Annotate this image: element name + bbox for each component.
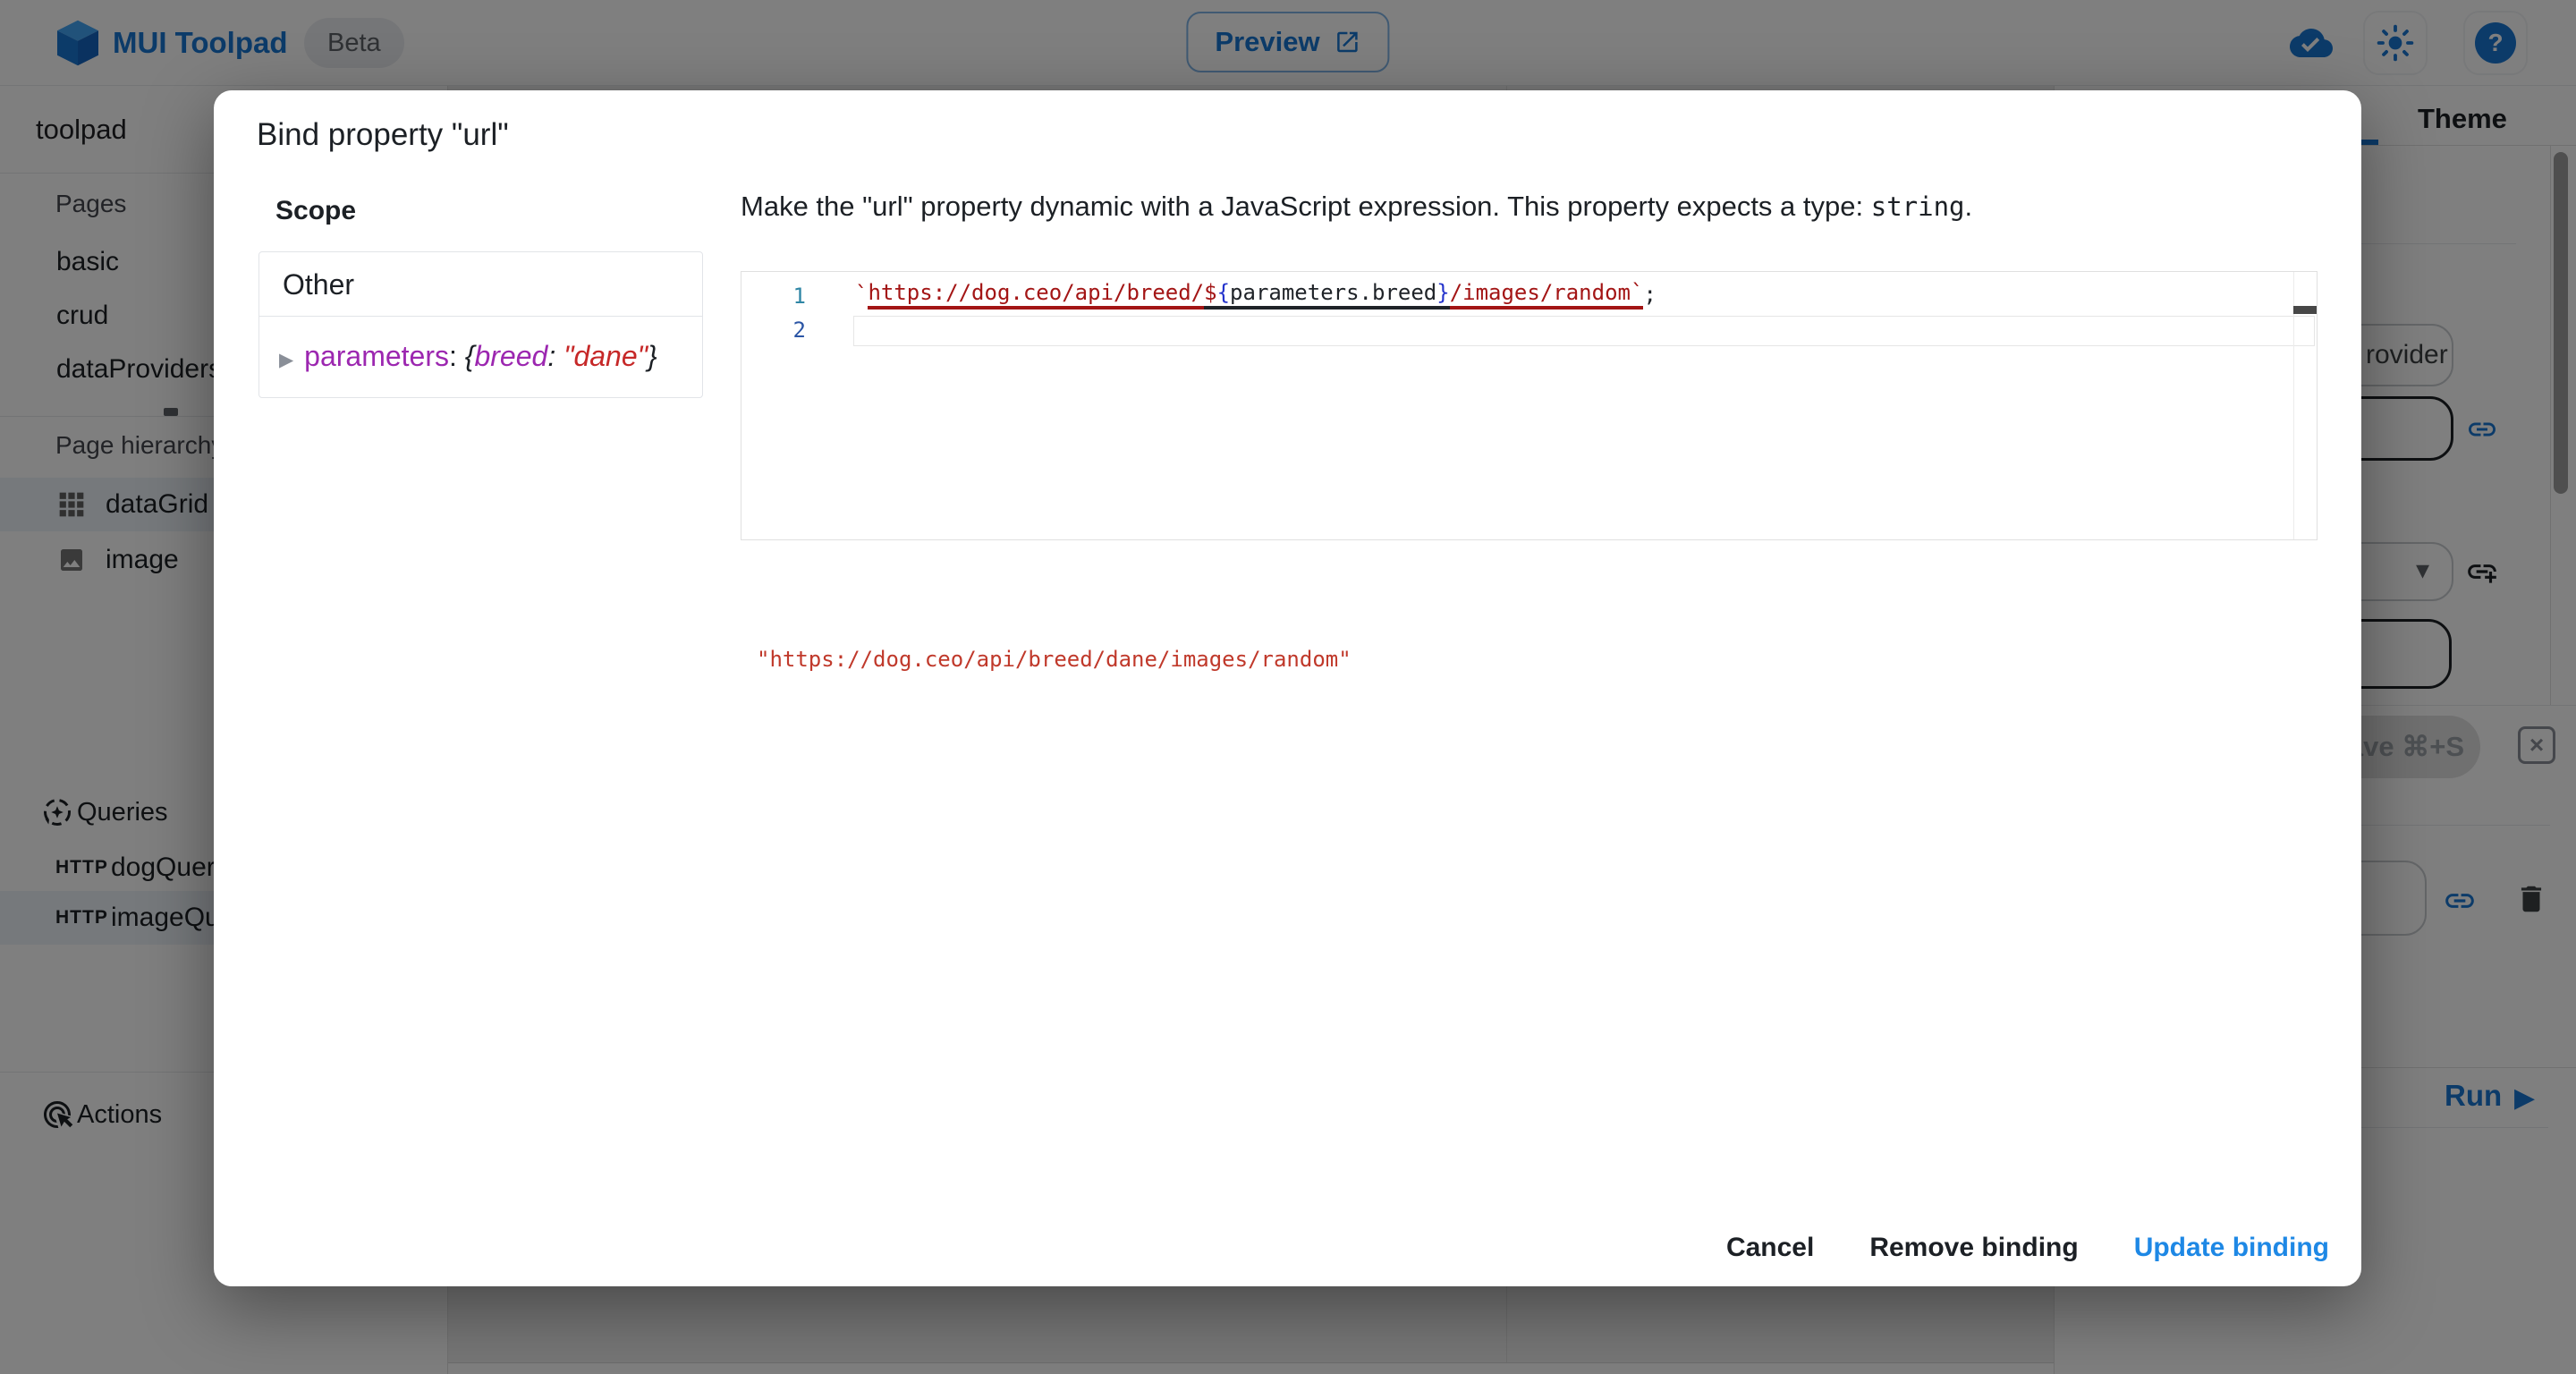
scope-tree-parameters[interactable]: ▶ parameters: {breed: "dane"}	[259, 317, 702, 373]
scope-group-other: Other	[259, 252, 702, 317]
description-period: .	[1965, 191, 1973, 222]
tree-subkey: breed	[474, 340, 547, 372]
editor-overview-mark	[2293, 306, 2317, 314]
code-brace-close: }	[1436, 280, 1449, 310]
tree-separator: :	[449, 340, 465, 372]
toolpad-app: MUI Toolpad Beta Preview ?	[0, 0, 2576, 1374]
dialog-description: Make the "url" property dynamic with a J…	[741, 191, 2261, 223]
tree-brace-close: }	[648, 340, 657, 372]
bind-property-dialog: Bind property "url" Scope Other ▶ paramet…	[214, 90, 2361, 1286]
tree-brace-open: {	[465, 340, 475, 372]
line-number: 2	[741, 318, 806, 343]
code-line-1[interactable]: `https://dog.ceo/api/breed/${parameters.…	[855, 277, 1657, 311]
code-url-tail: /images/random	[1450, 280, 1631, 310]
code-brace-open: {	[1217, 280, 1230, 310]
description-type: string	[1871, 191, 1965, 222]
remove-binding-button[interactable]: Remove binding	[1869, 1233, 2078, 1263]
code-dollar: $	[1204, 280, 1216, 310]
active-line-highlight	[853, 316, 2315, 346]
dialog-title: Bind property "url"	[257, 117, 509, 153]
code-editor[interactable]: 1 2 `https://dog.ceo/api/breed/${paramet…	[741, 271, 2318, 540]
dialog-actions: Cancel Remove binding Update binding	[1726, 1233, 2329, 1263]
code-expression: parameters.breed	[1230, 280, 1436, 310]
tree-value: "dane"	[564, 340, 648, 372]
line-number: 1	[741, 284, 806, 309]
scope-box: Other ▶ parameters: {breed: "dane"}	[258, 251, 703, 398]
code-url-head: https://dog.ceo/api/breed/	[868, 280, 1204, 310]
scope-label: Scope	[275, 196, 356, 226]
evaluated-result: "https://dog.ceo/api/breed/dane/images/r…	[757, 647, 1352, 672]
code-backtick: `	[855, 282, 868, 307]
code-semicolon: ;	[1643, 282, 1656, 307]
code-backtick: `	[1631, 280, 1643, 310]
tree-expand-icon[interactable]: ▶	[279, 350, 293, 370]
description-text: Make the "url" property dynamic with a J…	[741, 191, 1871, 222]
tree-key: parameters	[304, 340, 449, 372]
cancel-button[interactable]: Cancel	[1726, 1233, 1814, 1263]
tree-separator: :	[547, 340, 564, 372]
update-binding-button[interactable]: Update binding	[2134, 1233, 2329, 1263]
